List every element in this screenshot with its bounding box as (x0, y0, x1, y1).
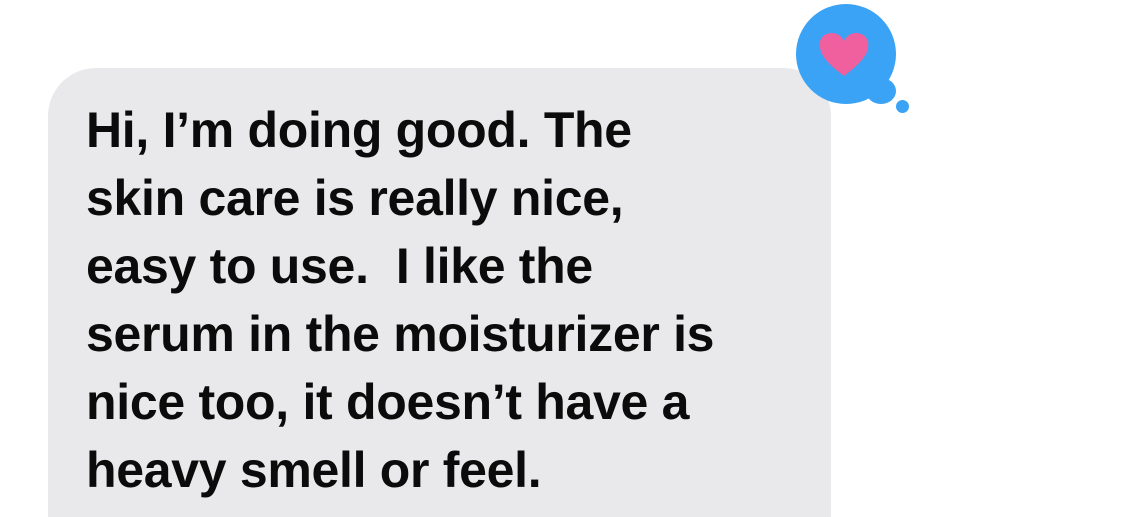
message-line: skin care is really nice, (86, 170, 624, 226)
tapback-tail-large (866, 78, 896, 104)
message-line: Hi, I’m doing good. The (86, 102, 632, 158)
message-line: serum in the moisturizer is (86, 306, 715, 362)
message-line: heavy smell or feel. (86, 442, 542, 498)
message-text: Hi, I’m doing good. The skin care is rea… (86, 96, 806, 504)
message-line: nice too, it doesn’t have a (86, 374, 690, 430)
tapback-tail-small (896, 100, 909, 113)
message-line: easy to use. I like the (86, 238, 593, 294)
heart-icon (819, 33, 869, 76)
